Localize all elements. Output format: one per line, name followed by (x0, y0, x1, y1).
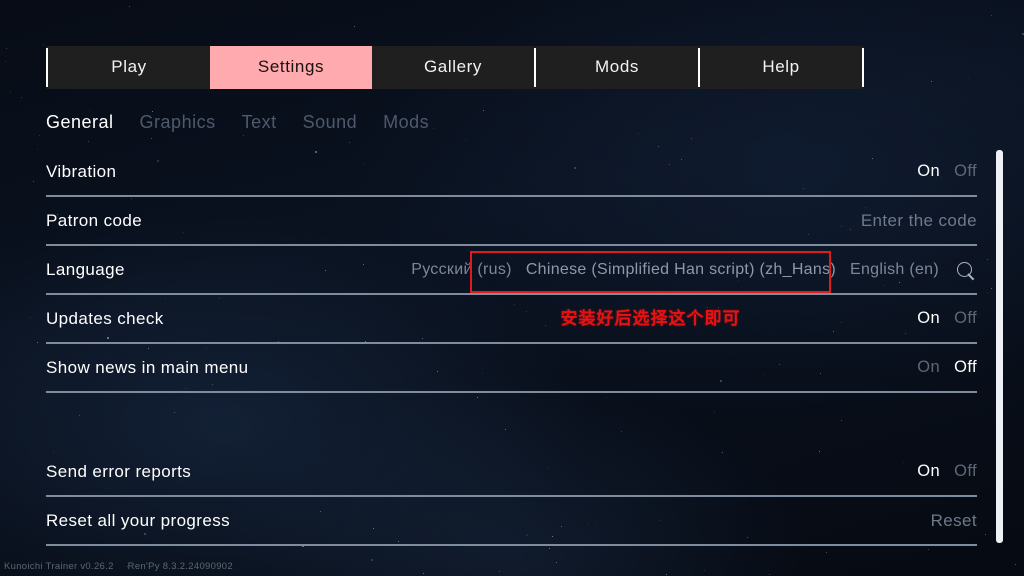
tab-help-label: Help (762, 57, 800, 76)
subtab-general[interactable]: General (46, 113, 114, 131)
show-news-toggle-group: On Off (917, 358, 977, 377)
subtab-mods[interactable]: Mods (383, 113, 429, 131)
subtab-text[interactable]: Text (242, 113, 277, 131)
language-option-chinese[interactable]: Chinese (Simplified Han script) (zh_Hans… (526, 261, 836, 279)
setting-row-reset-progress: Reset all your progress Reset (46, 497, 977, 546)
patron-code-field-group: Enter the code (861, 211, 977, 231)
settings-scrollbar[interactable] (996, 150, 1003, 543)
tab-help[interactable]: Help (700, 46, 862, 89)
updates-check-label: Updates check (46, 308, 164, 328)
list-gap (46, 393, 977, 448)
setting-row-show-news: Show news in main menu On Off (46, 344, 977, 393)
updates-check-option-on[interactable]: On (917, 309, 940, 328)
vibration-label: Vibration (46, 161, 117, 181)
search-icon[interactable] (957, 261, 977, 282)
tab-gallery-label: Gallery (423, 57, 483, 76)
language-option-russian[interactable]: Русский (rus) (411, 261, 512, 279)
engine-version: Ren'Py 8.3.2.24090902 (127, 561, 233, 572)
vibration-option-on[interactable]: On (917, 162, 940, 181)
tabbar-right-edge (862, 48, 864, 87)
patron-code-input[interactable]: Enter the code (861, 211, 977, 231)
tab-mods-label: Mods (595, 57, 639, 76)
tab-play-label: Play (111, 57, 147, 76)
game-version: Kunoichi Trainer v0.26.2 (4, 561, 114, 572)
setting-row-language: Language Русский (rus) Chinese (Simplifi… (46, 246, 977, 295)
tab-settings[interactable]: Settings (210, 46, 372, 89)
tab-gallery[interactable]: Gallery (372, 46, 534, 89)
show-news-label: Show news in main menu (46, 357, 249, 377)
language-label: Language (46, 259, 125, 279)
language-options-group: Русский (rus) Chinese (Simplified Han sc… (411, 260, 977, 280)
tab-play[interactable]: Play (48, 46, 210, 89)
tab-settings-label: Settings (257, 57, 325, 76)
vibration-toggle-group: On Off (917, 162, 977, 181)
setting-row-patron-code: Patron code Enter the code (46, 197, 977, 246)
updates-check-toggle-group: On Off (917, 309, 977, 328)
show-news-option-off[interactable]: Off (954, 358, 977, 377)
send-error-reports-option-off[interactable]: Off (954, 462, 977, 481)
subtab-sound[interactable]: Sound (303, 113, 358, 131)
reset-progress-action-group: Reset (931, 511, 977, 531)
reset-button[interactable]: Reset (931, 511, 977, 531)
tab-mods[interactable]: Mods (536, 46, 698, 89)
send-error-reports-label: Send error reports (46, 461, 192, 481)
scrollbar-thumb[interactable] (996, 150, 1003, 543)
patron-code-label: Patron code (46, 210, 143, 230)
annotation-text: 安装好后选择这个即可 (560, 309, 741, 328)
show-news-option-on[interactable]: On (917, 358, 940, 377)
reset-progress-label: Reset all your progress (46, 510, 230, 530)
send-error-reports-option-on[interactable]: On (917, 462, 940, 481)
settings-list: Vibration On Off Patron code Enter the c… (46, 148, 977, 546)
settings-subtab-bar: General Graphics Text Sound Mods (46, 113, 429, 131)
subtab-graphics[interactable]: Graphics (140, 113, 216, 131)
language-option-english[interactable]: English (en) (850, 261, 939, 279)
setting-row-vibration: Vibration On Off (46, 148, 977, 197)
vibration-option-off[interactable]: Off (954, 162, 977, 181)
version-footer: Kunoichi Trainer v0.26.2 Ren'Py 8.3.2.240… (4, 561, 247, 572)
updates-check-option-off[interactable]: Off (954, 309, 977, 328)
setting-row-send-error-reports: Send error reports On Off (46, 448, 977, 497)
send-error-reports-toggle-group: On Off (917, 462, 977, 481)
main-tab-bar: Play Settings Gallery Mods Help (46, 46, 864, 89)
